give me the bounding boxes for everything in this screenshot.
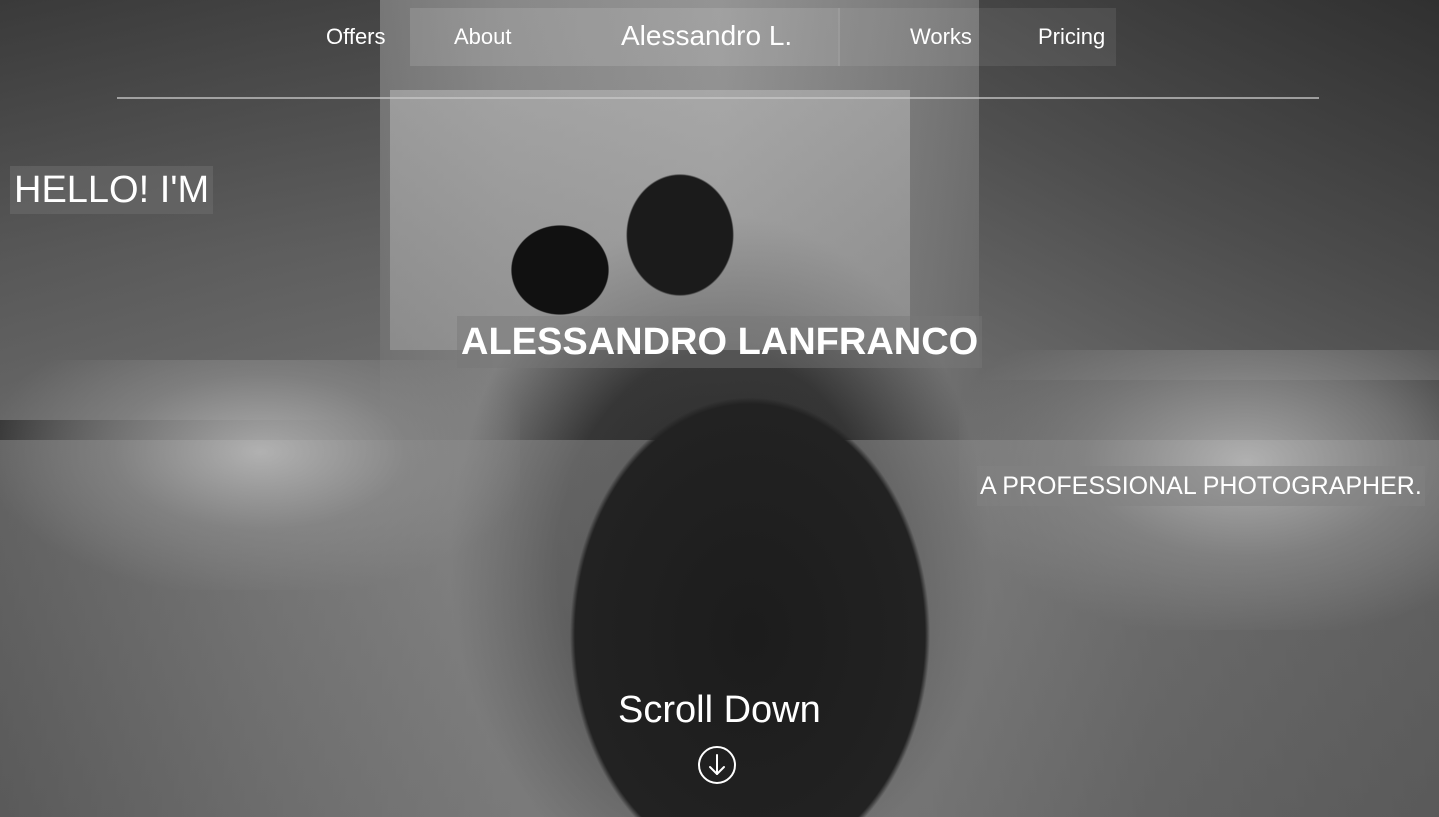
nav-link-pricing[interactable]: Pricing (1038, 24, 1105, 50)
nav-link-offers[interactable]: Offers (326, 24, 386, 50)
main-navigation: Offers About Alessandro L. Works Pricing (0, 0, 1439, 80)
nav-divider (117, 97, 1319, 99)
scroll-down-label[interactable]: Scroll Down (618, 688, 821, 732)
brand-logo-text[interactable]: Alessandro L. (621, 20, 792, 52)
hero-tagline: A PROFESSIONAL PHOTOGRAPHER. (977, 466, 1425, 506)
nav-link-works[interactable]: Works (910, 24, 972, 50)
arrow-down-circle-icon[interactable] (697, 745, 737, 785)
hero-greeting: HELLO! I'M (10, 166, 214, 214)
nav-link-about[interactable]: About (454, 24, 512, 50)
hero-section: Offers About Alessandro L. Works Pricing… (0, 0, 1439, 817)
hero-name: ALESSANDRO LANFRANCO (457, 316, 983, 368)
background-cars-left (0, 360, 520, 590)
